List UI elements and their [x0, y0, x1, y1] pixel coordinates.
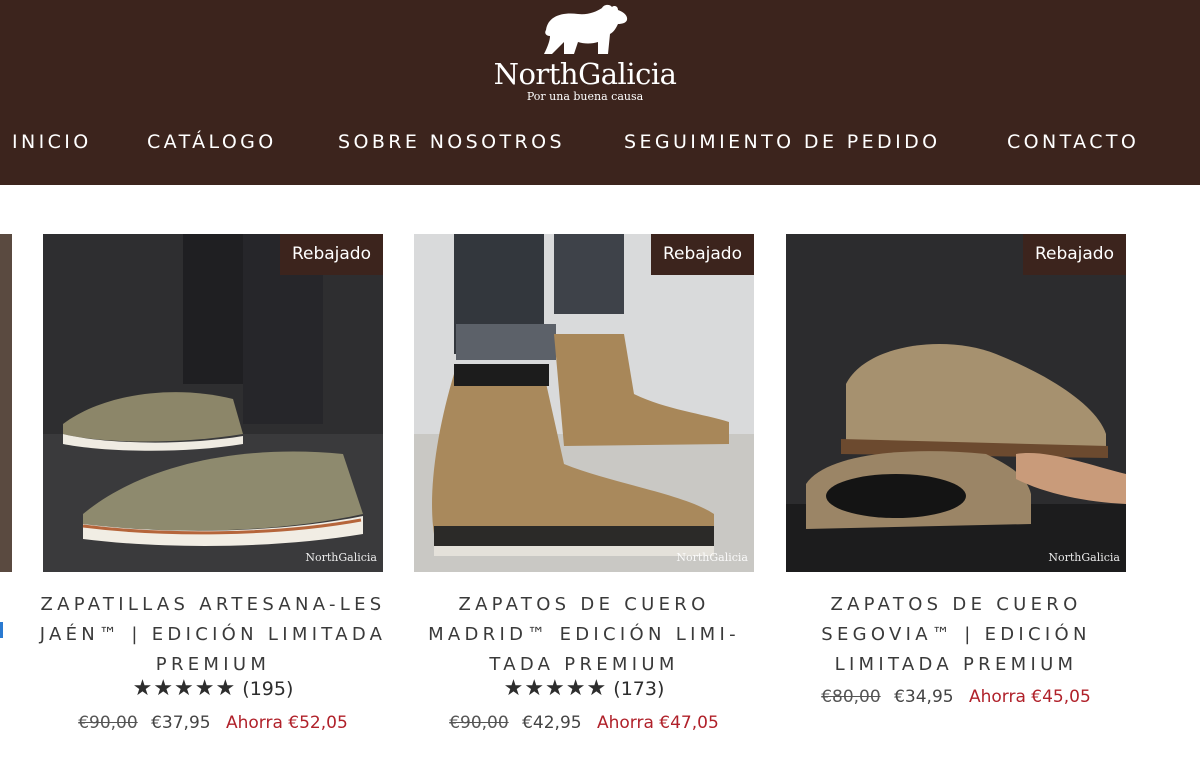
star-rating-icon: ★★★★★ — [132, 676, 237, 701]
savings-label: Ahorra €52,05 — [225, 713, 348, 733]
sale-badge: Rebajado — [650, 234, 754, 275]
review-count: (195) — [242, 678, 294, 700]
product-title[interactable]: ZAPATOS DE CUERO SEGOVIA™ | EDICIÓN LIMI… — [776, 590, 1136, 680]
sale-price: €34,95 — [894, 687, 954, 707]
product-title[interactable]: ZAPATOS DE CUERO MADRID™ EDICIÓN LIMI-TA… — [404, 590, 764, 680]
review-count: (173) — [613, 678, 665, 700]
original-price: €80,00 — [821, 687, 881, 707]
nav-item-contacto[interactable]: CONTACTO — [1007, 128, 1139, 156]
brand-name: NorthGalicia — [493, 57, 677, 91]
product-image[interactable]: Rebajado NorthGalicia — [43, 234, 383, 572]
product-title[interactable]: ZAPATILLAS ARTESANA-LES JAÉN™ | EDICIÓN … — [33, 590, 393, 680]
original-price: €90,00 — [78, 713, 138, 733]
site-header: NorthGalicia Por una buena causa INICIO … — [0, 0, 1200, 185]
product-rating: ★★★★★ (173) — [414, 676, 754, 702]
image-watermark: NorthGalicia — [1048, 551, 1120, 564]
product-price: €80,00 €34,95 Ahorra €45,05 — [786, 685, 1126, 709]
product-image[interactable]: Rebajado NorthGalicia — [786, 234, 1126, 572]
product-rating: ★★★★★ (195) — [43, 676, 383, 702]
savings-label: Ahorra €47,05 — [596, 713, 719, 733]
previous-product-image-edge[interactable] — [0, 234, 12, 572]
sale-badge: Rebajado — [1022, 234, 1126, 275]
nav-item-catalogo[interactable]: CATÁLOGO — [147, 128, 277, 156]
image-watermark: NorthGalicia — [305, 551, 377, 564]
brand-tagline: Por una buena causa — [526, 90, 644, 103]
brand-logo[interactable]: NorthGalicia Por una buena causa — [484, 0, 686, 110]
original-price: €90,00 — [449, 713, 509, 733]
sale-price: €37,95 — [151, 713, 211, 733]
image-watermark: NorthGalicia — [676, 551, 748, 564]
previous-product-text-edge — [0, 622, 3, 638]
savings-label: Ahorra €45,05 — [968, 687, 1091, 707]
product-price: €90,00 €37,95 Ahorra €52,05 — [43, 711, 383, 735]
nav-item-sobre-nosotros[interactable]: SOBRE NOSOTROS — [338, 128, 565, 156]
sale-price: €42,95 — [522, 713, 582, 733]
nav-item-seguimiento-de-pedido[interactable]: SEGUIMIENTO DE PEDIDO — [624, 128, 940, 156]
nav-item-inicio[interactable]: INICIO — [12, 128, 92, 156]
product-price: €90,00 €42,95 Ahorra €47,05 — [414, 711, 754, 735]
product-image[interactable]: Rebajado NorthGalicia — [414, 234, 754, 572]
bear-logo-icon — [544, 4, 628, 55]
star-rating-icon: ★★★★★ — [503, 676, 608, 701]
sale-badge: Rebajado — [279, 234, 383, 275]
main-nav: INICIO CATÁLOGO SOBRE NOSOTROS SEGUIMIEN… — [0, 128, 1200, 158]
